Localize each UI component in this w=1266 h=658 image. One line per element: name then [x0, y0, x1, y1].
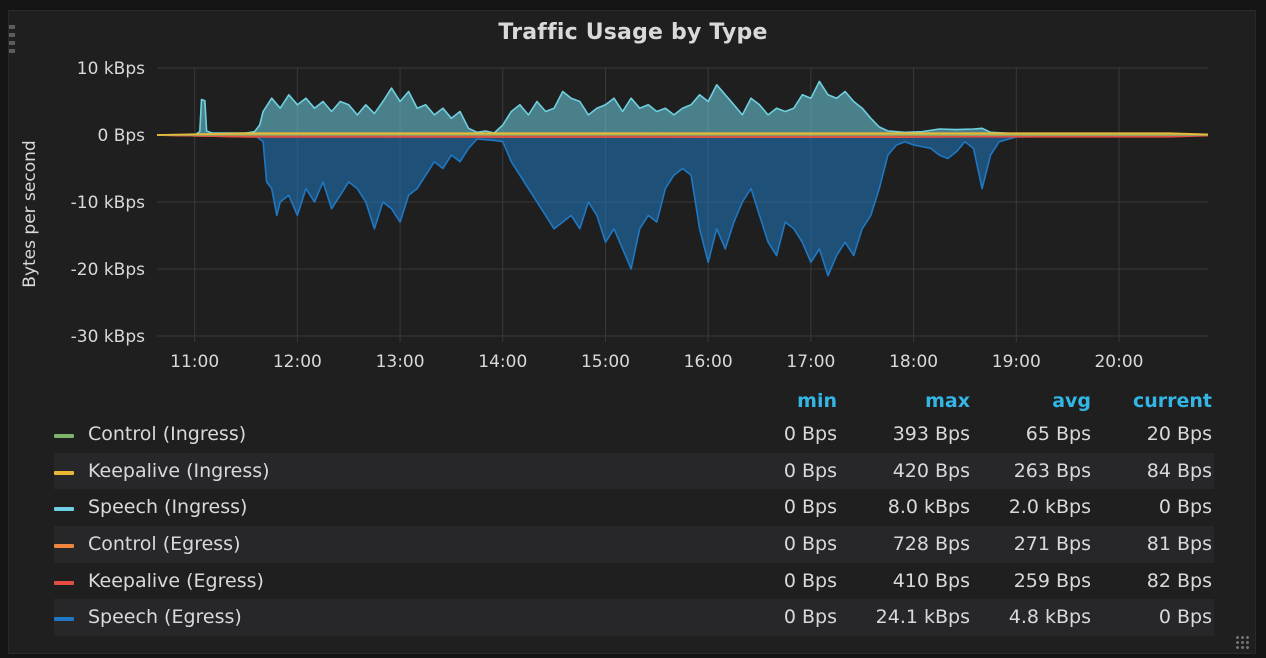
legend-series-name[interactable]: Keepalive (Egress) [88, 570, 264, 592]
series-area-speech-egress [157, 135, 1208, 276]
legend-header-avg[interactable]: avg [1052, 390, 1091, 412]
x-tick-label: 20:00 [1094, 352, 1143, 372]
legend-min-value: 0 Bps [783, 423, 837, 445]
y-axis-title: Bytes per second [20, 140, 40, 288]
x-tick-label: 13:00 [376, 352, 425, 372]
legend-max-value: 728 Bps [892, 533, 970, 556]
legend-max-value: 420 Bps [892, 459, 970, 482]
legend-row-speech-egress[interactable]: Speech (Egress) 0 Bps 24.1 kBps 4.8 kBps… [54, 599, 1214, 637]
y-tick-label: -10 kBps [71, 193, 145, 213]
x-tick-label: 14:00 [478, 352, 527, 372]
legend-series-name[interactable]: Keepalive (Ingress) [88, 460, 270, 482]
series-swatch-icon[interactable] [54, 617, 74, 622]
legend-current-value: 0 Bps [1158, 606, 1212, 629]
legend-avg-value: 4.8 kBps [1008, 606, 1091, 629]
legend-series-name[interactable]: Control (Ingress) [88, 423, 246, 445]
legend-row-speech-ingress[interactable]: Speech (Ingress) 0 Bps 8.0 kBps 2.0 kBps… [54, 489, 1214, 526]
x-tick-label: 17:00 [786, 352, 835, 372]
legend-series-name[interactable]: Control (Egress) [88, 533, 241, 555]
legend-min-value: 0 Bps [783, 496, 837, 519]
y-tick-label: -30 kBps [71, 327, 145, 347]
legend-max-value: 24.1 kBps [875, 606, 970, 629]
x-tick-label: 15:00 [581, 352, 630, 372]
series-swatch-icon[interactable] [54, 507, 74, 512]
legend-current-value: 0 Bps [1158, 496, 1212, 519]
legend-current-value: 81 Bps [1146, 533, 1212, 556]
legend-row-control-egress[interactable]: Control (Egress) 0 Bps 728 Bps 271 Bps 8… [54, 526, 1214, 563]
legend-min-value: 0 Bps [783, 533, 837, 556]
legend-current-value: 20 Bps [1146, 423, 1212, 445]
legend-header-max[interactable]: max [925, 390, 970, 412]
x-tick-label: 18:00 [889, 352, 938, 372]
legend-avg-value: 65 Bps [1025, 423, 1091, 445]
legend-current-value: 82 Bps [1146, 569, 1212, 592]
legend-row-keepalive-egress[interactable]: Keepalive (Egress) 0 Bps 410 Bps 259 Bps… [54, 563, 1214, 600]
x-tick-label: 11:00 [170, 352, 219, 372]
series-swatch-icon[interactable] [54, 580, 74, 585]
legend-max-value: 8.0 kBps [887, 496, 970, 519]
legend-current-value: 84 Bps [1146, 459, 1212, 482]
y-tick-label: 10 kBps [77, 59, 145, 79]
chart-canvas[interactable]: 10 kBps 0 Bps -10 kBps -20 kBps -30 kBps 11:0… [0, 0, 1266, 400]
series-swatch-icon[interactable] [54, 434, 74, 438]
legend-avg-value: 259 Bps [1013, 569, 1091, 592]
legend-avg-value: 263 Bps [1013, 459, 1091, 482]
series-swatch-icon[interactable] [54, 470, 74, 475]
legend-header-min[interactable]: min [797, 390, 837, 412]
x-tick-label: 16:00 [684, 352, 733, 372]
legend-min-value: 0 Bps [783, 606, 837, 629]
legend-series-name[interactable]: Speech (Egress) [88, 606, 242, 628]
legend-header-current[interactable]: current [1133, 390, 1212, 412]
legend-avg-value: 2.0 kBps [1008, 496, 1091, 519]
x-tick-label: 12:00 [273, 352, 322, 372]
legend-min-value: 0 Bps [783, 459, 837, 482]
resize-handle-icon[interactable] [1235, 635, 1249, 649]
legend-table: min max avg current Control (Ingress) 0 … [54, 386, 1214, 637]
legend-max-value: 393 Bps [892, 423, 970, 445]
series-swatch-icon[interactable] [54, 544, 74, 549]
x-tick-label: 19:00 [992, 352, 1041, 372]
legend-min-value: 0 Bps [783, 569, 837, 592]
legend-series-name[interactable]: Speech (Ingress) [88, 496, 247, 518]
legend-row-control-ingress[interactable]: Control (Ingress) 0 Bps 393 Bps 65 Bps 2… [54, 416, 1214, 453]
legend-max-value: 410 Bps [892, 569, 970, 592]
legend-avg-value: 271 Bps [1013, 533, 1091, 556]
legend-row-keepalive-ingress[interactable]: Keepalive (Ingress) 0 Bps 420 Bps 263 Bp… [54, 452, 1214, 490]
y-tick-label: -20 kBps [71, 260, 145, 280]
y-tick-label: 0 Bps [97, 126, 145, 146]
legend-header: min max avg current [54, 386, 1214, 416]
